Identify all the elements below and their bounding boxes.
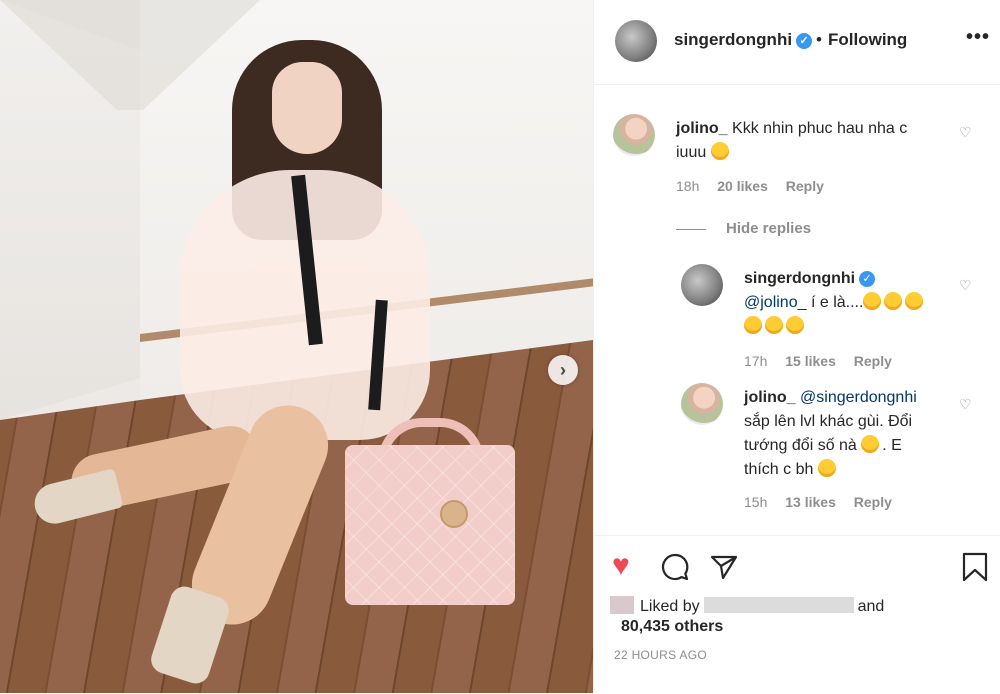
more-options-icon[interactable]: ••• <box>966 26 990 49</box>
reply-likes[interactable]: 15 likes <box>785 353 836 369</box>
reply-mention[interactable]: @singerdongnhi <box>800 389 917 406</box>
reply-button[interactable]: Reply <box>786 178 824 194</box>
blurred-username <box>703 597 854 613</box>
header-username-text[interactable]: singerdongnhi <box>674 30 792 49</box>
heart-filled-icon[interactable]: ♥ <box>612 550 630 582</box>
bookmark-icon[interactable] <box>962 550 988 582</box>
avatar[interactable] <box>610 596 634 614</box>
comment-username[interactable]: jolino_ <box>676 120 728 137</box>
share-icon[interactable] <box>710 550 738 582</box>
hide-replies-button[interactable]: Hide replies <box>726 220 811 237</box>
winking-tongue-emoji-icon <box>817 459 836 477</box>
rofl-emoji-icon <box>744 316 762 334</box>
reply-text: . E <box>882 437 902 454</box>
reply-button[interactable]: Reply <box>854 494 892 510</box>
avatar[interactable] <box>681 264 723 306</box>
reply-text: sắp lên lvl khác gùi. Đổi <box>744 413 913 430</box>
liked-by-row: Liked by and <box>610 596 884 618</box>
following-button[interactable]: Following <box>828 30 907 50</box>
reply-body: jolino_ @singerdongnhi sắp lên lvl khác … <box>744 386 959 482</box>
header-separator: • <box>816 30 822 49</box>
reply-username[interactable]: singerdongnhi <box>744 270 855 287</box>
reply-text: í e là.... <box>810 294 864 311</box>
reply-meta: 17h 15 likes Reply <box>744 353 892 369</box>
rofl-emoji-icon <box>863 292 882 310</box>
chevron-right-icon: › <box>560 360 566 380</box>
rofl-emoji-icon <box>884 292 903 310</box>
likes-count[interactable]: 80,435 others <box>621 618 723 636</box>
comment-text: Kkk nhin phuc hau nha c <box>732 120 908 137</box>
photo-handbag <box>345 445 515 605</box>
heart-eyes-emoji-icon <box>710 142 729 160</box>
comment-time[interactable]: 18h <box>676 178 699 194</box>
reply-time[interactable]: 17h <box>744 353 767 369</box>
reply-like-heart-icon[interactable]: ♡ <box>959 396 972 413</box>
avatar[interactable] <box>681 383 723 425</box>
reply-meta: 15h 13 likes Reply <box>744 494 892 510</box>
comment-text: iuuu <box>676 144 707 161</box>
reply-text: tướng đổi số nà <box>744 437 857 454</box>
rofl-emoji-icon <box>765 316 783 334</box>
post-photo[interactable]: › <box>0 0 593 693</box>
rofl-emoji-icon <box>905 292 924 310</box>
avatar[interactable] <box>613 114 655 156</box>
hide-replies-line <box>676 229 706 230</box>
reply-text: thích c bh <box>744 461 814 478</box>
reply-mention[interactable]: @jolino_ <box>744 294 807 311</box>
post-timestamp[interactable]: 22 HOURS AGO <box>614 648 707 662</box>
comment-like-heart-icon[interactable]: ♡ <box>959 124 972 141</box>
post-header: singerdongnhi ✓ • Following ••• <box>594 0 1000 85</box>
comment-icon[interactable] <box>660 550 690 582</box>
post-side-panel: singerdongnhi ✓ • Following ••• jolino_ K… <box>593 0 1000 693</box>
liked-by-label: Liked by <box>640 598 700 615</box>
verified-badge-icon: ✓ <box>859 271 876 287</box>
liked-by-and: and <box>857 598 885 615</box>
comment-body: jolino_ Kkk nhin phuc hau nha c iuuu <box>676 117 956 165</box>
reply-body: singerdongnhi ✓ @jolino_ í e là.... <box>744 267 954 339</box>
photo-face <box>272 62 342 154</box>
header-username[interactable]: singerdongnhi ✓ <box>674 30 813 50</box>
avatar[interactable] <box>615 20 657 62</box>
reply-button[interactable]: Reply <box>854 353 892 369</box>
reply-username[interactable]: jolino_ <box>744 389 796 406</box>
photo-bag-charm <box>440 500 468 528</box>
reply-likes[interactable]: 13 likes <box>785 494 836 510</box>
post-actions: ♥ Liked by and 80,435 others 22 HOURS AGO <box>594 535 1000 694</box>
verified-badge-icon: ✓ <box>796 33 813 49</box>
comment-likes[interactable]: 20 likes <box>717 178 768 194</box>
carousel-next-button[interactable]: › <box>548 355 578 385</box>
rofl-emoji-icon <box>786 316 804 334</box>
laughing-emoji-icon <box>861 435 880 453</box>
reply-like-heart-icon[interactable]: ♡ <box>959 277 972 294</box>
reply-time[interactable]: 15h <box>744 494 767 510</box>
comment-meta: 18h 20 likes Reply <box>676 178 824 194</box>
